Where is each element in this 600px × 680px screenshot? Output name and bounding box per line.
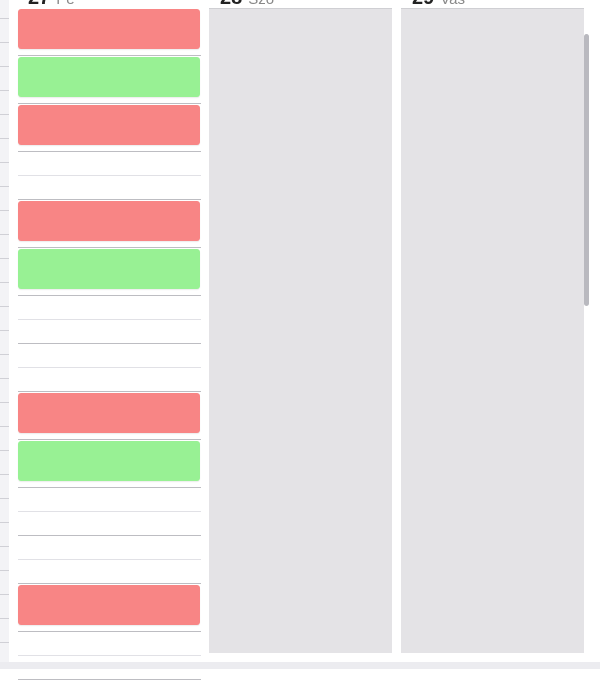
gutter-tick bbox=[0, 42, 9, 43]
gutter-tick bbox=[0, 138, 9, 139]
empty-slot[interactable] bbox=[18, 632, 201, 678]
slot-separator bbox=[18, 103, 201, 104]
gutter-tick bbox=[0, 90, 9, 91]
empty-slot[interactable] bbox=[18, 152, 201, 198]
available-slot[interactable] bbox=[18, 57, 200, 97]
day-header-1: 27Pé bbox=[28, 0, 75, 8]
slot-separator bbox=[18, 583, 201, 584]
weekday-label: Vas bbox=[440, 0, 465, 8]
gutter-tick bbox=[0, 258, 9, 259]
empty-slot[interactable] bbox=[18, 344, 201, 390]
time-gutter bbox=[0, 0, 9, 662]
day-header-3: 29Vas bbox=[412, 0, 465, 8]
weekday-label: Szo bbox=[248, 0, 274, 8]
gutter-tick bbox=[0, 642, 9, 643]
gutter-tick bbox=[0, 282, 9, 283]
available-slot[interactable] bbox=[18, 441, 200, 481]
gutter-tick bbox=[0, 114, 9, 115]
gutter-tick bbox=[0, 330, 9, 331]
gutter-tick bbox=[0, 450, 9, 451]
slot-separator bbox=[18, 439, 201, 440]
horizontal-scrollbar-track[interactable] bbox=[0, 662, 600, 669]
day-header-2: 28Szo bbox=[220, 0, 274, 8]
booked-slot[interactable] bbox=[18, 585, 200, 625]
booked-slot[interactable] bbox=[18, 9, 200, 49]
gutter-tick bbox=[0, 234, 9, 235]
available-slot[interactable] bbox=[18, 249, 200, 289]
gutter-tick bbox=[0, 522, 9, 523]
gutter-tick bbox=[0, 306, 9, 307]
slot-separator bbox=[18, 199, 201, 200]
gutter-tick bbox=[0, 186, 9, 187]
day-column-disabled bbox=[401, 8, 584, 653]
scrollbar-thumb[interactable] bbox=[584, 34, 589, 306]
gutter-tick bbox=[0, 546, 9, 547]
gutter-tick bbox=[0, 354, 9, 355]
day-column-active bbox=[18, 8, 201, 680]
gutter-tick bbox=[0, 570, 9, 571]
gutter-tick bbox=[0, 426, 9, 427]
booked-slot[interactable] bbox=[18, 201, 200, 241]
booked-slot[interactable] bbox=[18, 105, 200, 145]
gutter-tick bbox=[0, 474, 9, 475]
gutter-tick bbox=[0, 618, 9, 619]
gutter-tick bbox=[0, 18, 9, 19]
slot-separator bbox=[18, 247, 201, 248]
gutter-tick bbox=[0, 594, 9, 595]
gutter-tick bbox=[0, 66, 9, 67]
empty-slot[interactable] bbox=[18, 536, 201, 582]
slot-separator bbox=[18, 391, 201, 392]
gutter-tick bbox=[0, 162, 9, 163]
gutter-tick bbox=[0, 402, 9, 403]
gutter-tick bbox=[0, 378, 9, 379]
booked-slot[interactable] bbox=[18, 393, 200, 433]
empty-slot[interactable] bbox=[18, 488, 201, 534]
day-column-disabled bbox=[209, 8, 392, 653]
weekday-label: Pé bbox=[56, 0, 74, 8]
empty-slot[interactable] bbox=[18, 296, 201, 342]
slot-separator bbox=[18, 55, 201, 56]
gutter-tick bbox=[0, 498, 9, 499]
gutter-tick bbox=[0, 210, 9, 211]
